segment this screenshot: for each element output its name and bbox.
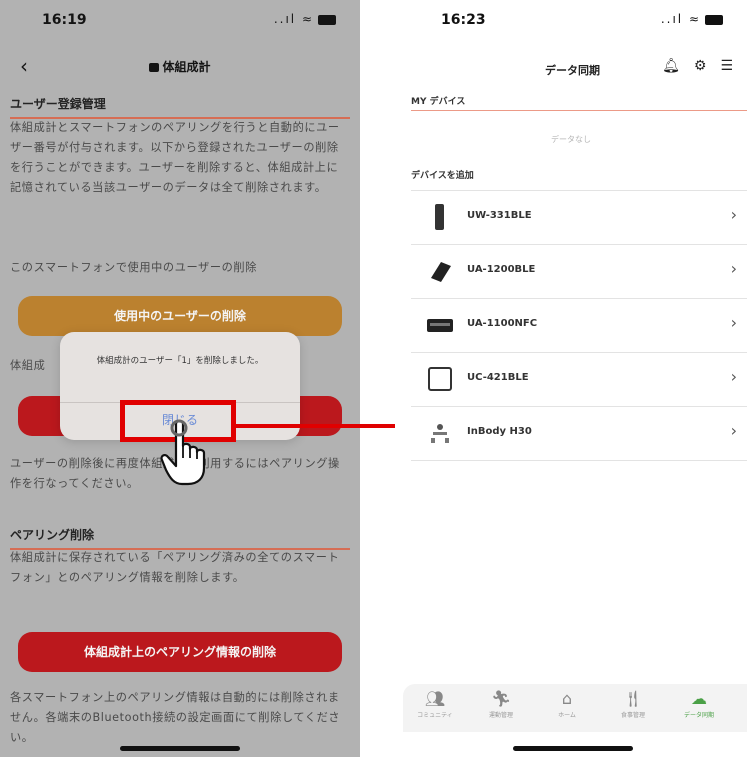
header-actions: 🔔︎ ⚙ ☰ [648,58,733,74]
scale-square-icon [428,367,452,391]
device-row-inbody-h30[interactable]: InBody H30 › [411,407,747,461]
menu-icon[interactable]: ☰ [720,58,733,74]
pointing-hand-icon [160,419,206,486]
wrist-monitor-icon [431,262,451,282]
add-device-title: デバイスを追加 [411,171,474,181]
chevron-right-icon: › [730,367,737,386]
chevron-right-icon: › [730,313,737,332]
tab-meal[interactable]: 🍴︎ 食事管理 [603,688,663,719]
chevron-right-icon: › [730,205,737,224]
community-icon: 👥︎ [424,689,446,708]
chevron-right-icon: › [730,421,737,440]
my-devices-title: MY デバイス [411,97,466,107]
inbody-icon [431,424,449,443]
tab-community[interactable]: 👥︎ コミュニティ [405,688,465,719]
home-indicator [120,746,240,751]
cloud-sync-icon: ☁ [691,689,707,708]
page-title: データ同期 [545,64,600,77]
tab-exercise[interactable]: 🏃︎ 運動管理 [471,688,531,719]
status-bar: 16:23 ..ıl ≈ [395,0,747,44]
tab-home[interactable]: ⌂ ホーム [537,688,597,719]
cuff-monitor-icon [427,319,453,332]
device-name: UW-331BLE [467,210,532,221]
device-row-ua1200ble[interactable]: UA-1200BLE › [411,245,747,299]
device-name: UA-1100NFC [467,318,538,329]
home-indicator [513,746,633,751]
section-divider [411,110,747,111]
signal-wifi-battery-icon: ..ıl ≈ [661,12,723,26]
meal-icon: 🍴︎ [622,689,644,708]
gear-icon[interactable]: ⚙ [694,58,707,74]
device-list: UW-331BLE › UA-1200BLE › UA-1100NFC › UC… [411,190,747,461]
tab-data-sync[interactable]: ☁ データ同期 [669,688,729,719]
run-icon: 🏃︎ [490,689,512,708]
bottom-tab-bar: 👥︎ コミュニティ 🏃︎ 運動管理 ⌂ ホーム 🍴︎ 食事管理 ☁ データ同期 [403,684,747,732]
device-name: UC-421BLE [467,372,529,383]
chevron-right-icon: › [730,259,737,278]
status-time: 16:23 [441,12,486,28]
device-name: InBody H30 [467,426,532,437]
no-data-text: データなし [551,135,591,144]
device-row-ua1100nfc[interactable]: UA-1100NFC › [411,299,747,353]
scale-tall-icon [435,204,444,230]
bell-icon[interactable]: 🔔︎ [662,58,680,74]
device-row-uw331ble[interactable]: UW-331BLE › [411,191,747,245]
right-phone-screen: 16:23 ..ıl ≈ データ同期 🔔︎ ⚙ ☰ MY デバイス データなし デバ… [395,0,747,757]
device-name: UA-1200BLE [467,264,536,275]
device-row-uc421ble[interactable]: UC-421BLE › [411,353,747,407]
home-icon: ⌂ [561,689,573,708]
